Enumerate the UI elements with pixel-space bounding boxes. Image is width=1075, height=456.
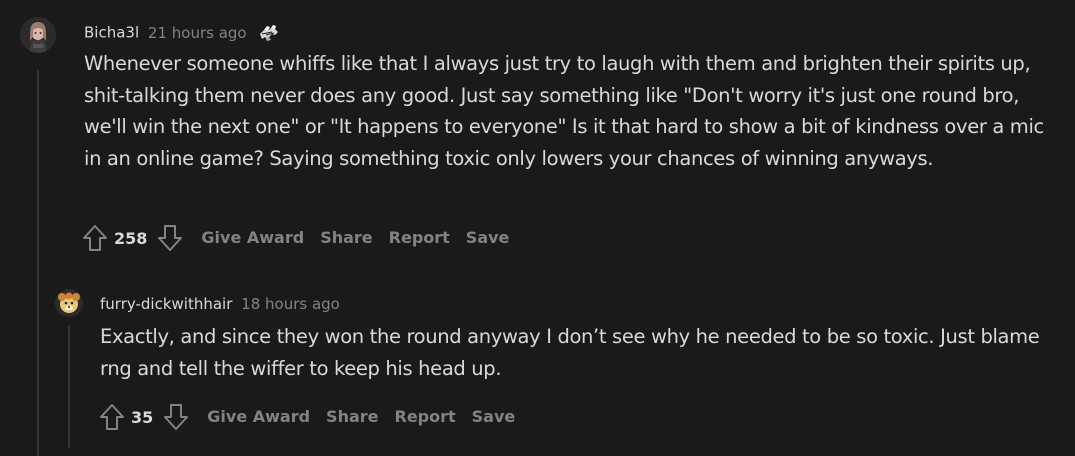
comment-body: Whenever someone whiffs like that I alwa… xyxy=(84,52,1044,170)
avatar-image xyxy=(55,289,83,317)
share-button[interactable]: Share xyxy=(312,223,380,253)
downvote-arrow-icon[interactable] xyxy=(155,223,185,253)
timestamp[interactable]: 21 hours ago xyxy=(148,24,247,42)
avatar-image xyxy=(20,17,56,53)
vote-score: 35 xyxy=(131,407,154,427)
username[interactable]: furry-dickwithhair xyxy=(100,295,232,313)
comment-actions: 35 Give Award Share Report Save xyxy=(97,402,523,432)
award-icon[interactable] xyxy=(257,22,281,44)
report-button[interactable]: Report xyxy=(381,223,458,253)
avatar[interactable] xyxy=(55,289,83,317)
avatar[interactable] xyxy=(20,17,56,53)
share-button[interactable]: Share xyxy=(318,402,386,432)
give-award-button[interactable]: Give Award xyxy=(193,223,312,253)
thread-line[interactable] xyxy=(37,70,39,456)
upvote-arrow-icon[interactable] xyxy=(97,402,127,432)
timestamp[interactable]: 18 hours ago xyxy=(241,295,340,313)
comment-meta: Bicha3l 21 hours ago xyxy=(84,22,281,44)
comment-thread: Bicha3l 21 hours ago Whenever someone wh… xyxy=(0,0,1075,456)
comment-actions: 258 Give Award Share Report Save xyxy=(80,223,517,253)
comment-body: Exactly, and since they won the round an… xyxy=(100,325,1040,380)
report-button[interactable]: Report xyxy=(387,402,464,432)
vote-score: 258 xyxy=(114,228,148,248)
username[interactable]: Bicha3l xyxy=(84,24,139,42)
upvote-arrow-icon[interactable] xyxy=(80,223,110,253)
give-award-button[interactable]: Give Award xyxy=(199,402,318,432)
save-button[interactable]: Save xyxy=(464,402,524,432)
comment-meta: furry-dickwithhair 18 hours ago xyxy=(100,294,340,314)
downvote-arrow-icon[interactable] xyxy=(161,402,191,432)
save-button[interactable]: Save xyxy=(458,223,518,253)
thread-line[interactable] xyxy=(68,325,70,448)
